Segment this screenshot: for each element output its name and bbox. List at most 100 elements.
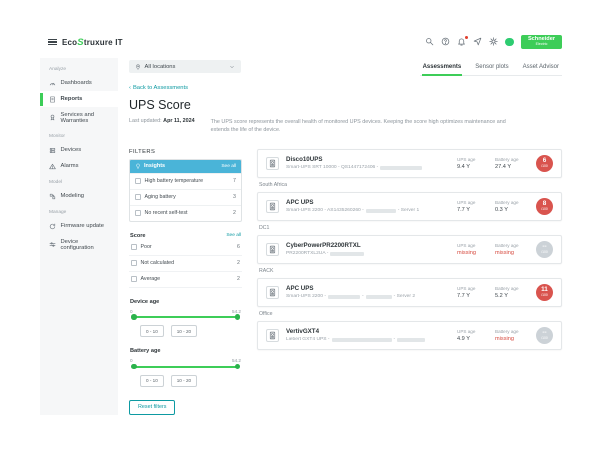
tab-sensor-plots[interactable]: Sensor plots [474,61,509,75]
location-selector-label: All locations [145,64,176,70]
battery-age-column: Battery age missing [495,329,526,342]
device-age-max-input[interactable]: 10 - 20 [171,325,197,337]
top-bar: EcoStruxure IT Schneider Electric [40,30,564,54]
filter-count: 3 [233,194,236,200]
warning-icon [49,163,56,170]
tab-assessments[interactable]: Assessments [422,61,463,75]
battery-age-slider-min-handle[interactable] [131,364,137,370]
checkbox[interactable] [135,194,141,200]
checkbox[interactable] [131,276,137,282]
ups-age-label: UPS age [457,243,488,248]
battery-age-label: Battery age [495,200,526,205]
help-icon[interactable] [441,37,450,46]
location-group-label: DC1 [259,225,560,231]
score-badge: 11 /100 [536,284,553,301]
insight-filter-high-battery-temperature[interactable]: High battery temperature 7 [130,173,241,189]
settings-icon[interactable] [489,37,498,46]
device-row[interactable]: Disco10UPS Smart-UPS SRT 10000 - QS14471… [257,149,562,178]
location-selector[interactable]: All locations [129,60,241,73]
device-row[interactable]: APC UPS Smart-UPS 2200 - AS1435260260 - … [257,192,562,221]
sidebar-section-monitor: Monitor [40,128,118,142]
insight-filter-aging-battery[interactable]: Aging battery 3 [130,189,241,205]
ups-age-column: UPS age missing [457,243,488,256]
device-name[interactable]: VertivGXT4 [286,328,450,335]
age-value: missing [457,250,488,256]
search-icon[interactable] [425,37,434,46]
sidebar-item-label: Reports [61,96,83,102]
notifications-icon[interactable] [457,37,466,46]
battery-age-slider[interactable] [132,366,239,368]
battery-age-min-input[interactable]: 0 - 10 [140,375,164,387]
battery-age-filter: Battery age 0 54.2 0 - 10 10 - 20 [129,348,242,387]
device-name[interactable]: APC UPS [286,199,450,206]
device-name[interactable]: APC UPS [286,285,450,292]
age-value: missing [495,336,526,342]
device-age-slider-max-handle[interactable] [235,314,241,320]
device-age-slider[interactable] [132,316,239,318]
chevron-left-icon: ‹ [129,85,131,91]
device-age-slider-min-handle[interactable] [131,314,137,320]
age-value: missing [495,250,526,256]
page-title: UPS Score [129,98,562,112]
insights-filter-header[interactable]: Insights See all [130,160,241,173]
device-row[interactable]: CyberPowerPR2200RTXL PR2200RTXL2UA - UPS… [257,235,562,264]
battery-age-column: Battery age5.2 Y [495,286,526,299]
send-feedback-icon[interactable] [473,37,482,46]
checkbox[interactable] [135,210,141,216]
battery-age-slider-max-handle[interactable] [235,364,241,370]
checkbox[interactable] [135,178,141,184]
checkbox[interactable] [131,244,137,250]
battery-age-max-input[interactable]: 10 - 20 [171,375,197,387]
sidebar: Analyze Dashboards Reports Services and … [40,58,118,415]
user-avatar[interactable] [505,38,514,47]
reset-filters-button[interactable]: Reset filters [129,400,175,415]
device-age-min-input[interactable]: 0 - 10 [140,325,164,337]
location-group-label: Office [259,311,560,317]
battery-age-label: Battery age [495,329,526,334]
score-denominator: /100 [541,208,548,211]
score-filter-poor[interactable]: Poor 6 [129,240,242,256]
redacted-text [328,295,360,300]
ups-device-icon [266,157,279,170]
redacted-text [366,295,392,300]
device-name[interactable]: CyberPowerPR2200RTXL [286,242,450,249]
redacted-text [380,166,422,171]
score-filter-average[interactable]: Average 2 [129,272,242,288]
device-age-min-label: 0 [130,309,133,314]
sidebar-item-dashboards[interactable]: Dashboards [40,75,118,91]
device-row[interactable]: APC UPS Smart-UPS 2200 - - - Server 2 UP… [257,278,562,307]
insight-filter-no-recent-self-test[interactable]: No recent self-test 2 [130,205,241,221]
sidebar-item-devices[interactable]: Devices [40,142,118,158]
filter-count: 7 [233,178,236,184]
score-filter-not-calculated[interactable]: Not calculated 2 [129,256,242,272]
chevron-down-icon [229,64,235,70]
insights-see-all-link[interactable]: See all [221,164,236,169]
tab-bar: Assessments Sensor plots Asset Advisor [420,60,562,76]
sidebar-item-firmware-update[interactable]: Firmware update [40,218,118,234]
filter-count: 6 [237,244,240,250]
device-subtitle: Liebert GXT4 UPS - - [286,337,450,342]
filter-label: Average [141,276,161,282]
brand: EcoStruxure IT [48,37,123,48]
device-name[interactable]: Disco10UPS [286,156,450,163]
score-badge: -- /100 [536,327,553,344]
sidebar-item-alarms[interactable]: Alarms [40,158,118,174]
back-to-assessments-link[interactable]: ‹ Back to Assessments [129,85,188,91]
score-see-all-link[interactable]: See all [226,233,241,238]
score-badge: 8 /100 [536,198,553,215]
sidebar-item-modeling[interactable]: Modeling [40,188,118,204]
sidebar-item-device-configuration[interactable]: Device configuration [40,234,118,255]
ups-device-icon [266,286,279,299]
schneider-electric-logo[interactable]: Schneider Electric [521,35,562,50]
sidebar-item-services-and-warranties[interactable]: Services and Warranties [40,107,118,128]
filter-count: 2 [237,276,240,282]
battery-age-column: Battery age0.3 Y [495,200,526,213]
tab-asset-advisor[interactable]: Asset Advisor [522,61,560,75]
sidebar-item-reports[interactable]: Reports [40,91,118,107]
checkbox[interactable] [131,260,137,266]
menu-icon[interactable] [48,39,57,46]
battery-age-label: Battery age [495,243,526,248]
ups-device-icon [266,243,279,256]
device-row[interactable]: VertivGXT4 Liebert GXT4 UPS - - UPS age4… [257,321,562,350]
filter-label: No recent self-test [145,210,188,216]
